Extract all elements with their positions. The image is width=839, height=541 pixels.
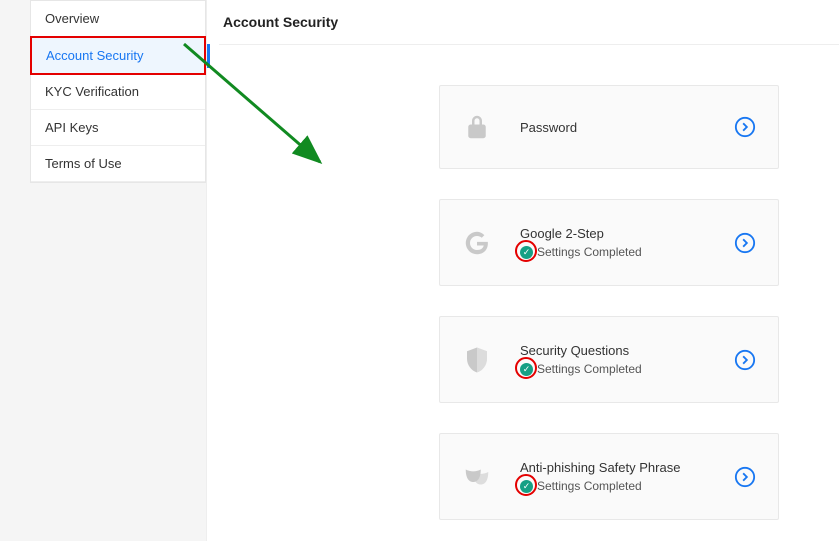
card-password: Password (439, 85, 779, 169)
card-google-2step: Google 2-Step ✓ Settings Completed (439, 199, 779, 286)
arrow-right-circle-icon[interactable] (734, 349, 756, 371)
card-status: ✓ Settings Completed (520, 362, 734, 376)
arrow-right-circle-icon[interactable] (734, 232, 756, 254)
status-text: Settings Completed (537, 362, 642, 376)
card-security-questions: Security Questions ✓ Settings Completed (439, 316, 779, 403)
card-body: Password (520, 120, 734, 135)
lock-icon (462, 112, 492, 142)
card-title: Google 2-Step (520, 226, 734, 241)
shield-icon (462, 345, 492, 375)
arrow-right-circle-icon[interactable] (734, 116, 756, 138)
check-circle-icon: ✓ (520, 480, 533, 493)
sidebar-item-api-keys[interactable]: API Keys (31, 110, 205, 146)
security-cards: Password Google 2-Step ✓ Settings Comple… (219, 45, 839, 520)
google-icon (462, 228, 492, 258)
masks-icon (462, 462, 492, 492)
card-body: Security Questions ✓ Settings Completed (520, 343, 734, 376)
active-indicator (207, 44, 210, 68)
page-title: Account Security (219, 0, 839, 45)
card-status: ✓ Settings Completed (520, 479, 734, 493)
card-status: ✓ Settings Completed (520, 245, 734, 259)
content-area: Account Security Password Google 2-Step … (206, 0, 839, 541)
arrow-right-circle-icon[interactable] (734, 466, 756, 488)
sidebar-item-kyc-verification[interactable]: KYC Verification (31, 74, 205, 110)
sidebar: Overview Account Security KYC Verificati… (30, 0, 206, 183)
card-body: Anti-phishing Safety Phrase ✓ Settings C… (520, 460, 734, 493)
sidebar-item-label: KYC Verification (45, 84, 139, 99)
check-circle-icon: ✓ (520, 363, 533, 376)
card-anti-phishing: Anti-phishing Safety Phrase ✓ Settings C… (439, 433, 779, 520)
card-title: Security Questions (520, 343, 734, 358)
card-title: Anti-phishing Safety Phrase (520, 460, 734, 475)
check-circle-icon: ✓ (520, 246, 533, 259)
sidebar-item-label: Account Security (46, 48, 144, 63)
sidebar-item-label: Terms of Use (45, 156, 122, 171)
sidebar-item-terms-of-use[interactable]: Terms of Use (31, 146, 205, 182)
status-text: Settings Completed (537, 245, 642, 259)
status-text: Settings Completed (537, 479, 642, 493)
sidebar-item-label: Overview (45, 11, 99, 26)
card-body: Google 2-Step ✓ Settings Completed (520, 226, 734, 259)
sidebar-item-account-security[interactable]: Account Security (30, 36, 206, 75)
sidebar-item-label: API Keys (45, 120, 98, 135)
card-title: Password (520, 120, 734, 135)
sidebar-item-overview[interactable]: Overview (31, 1, 205, 37)
